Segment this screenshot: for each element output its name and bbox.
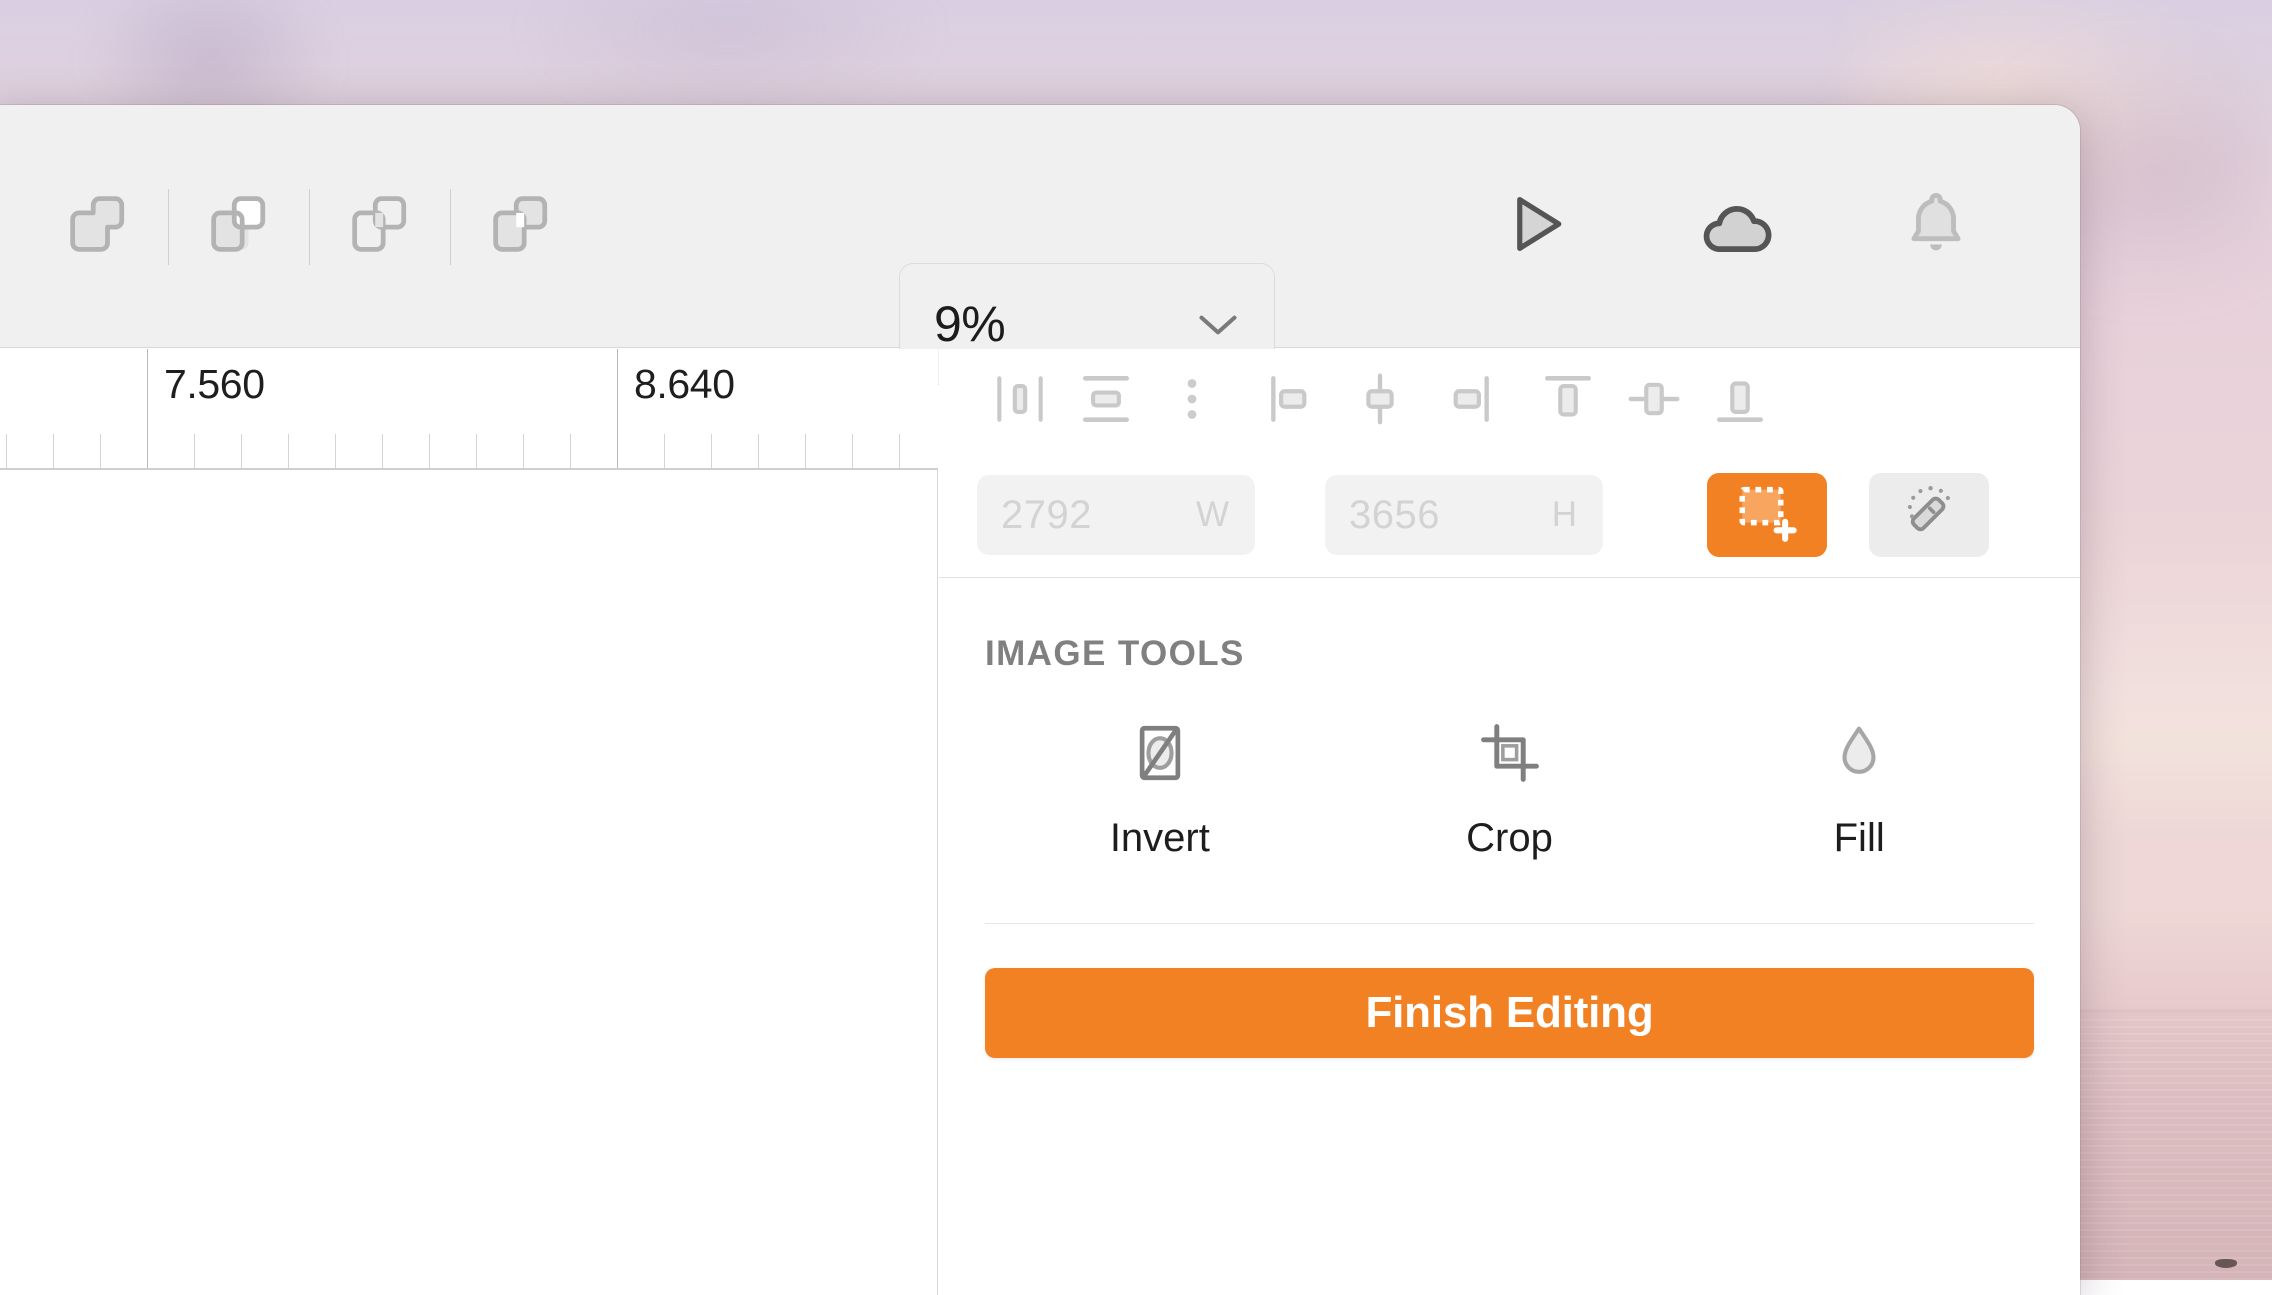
- width-unit-label: W: [1196, 495, 1229, 535]
- toolbar-separator: [168, 189, 169, 265]
- ruler-minor-tick: [335, 434, 336, 468]
- image-tools-row: Invert Crop: [939, 674, 2080, 861]
- invert-icon: [1127, 710, 1193, 786]
- toolbar-separator: [450, 189, 451, 265]
- chevron-down-icon: [1196, 310, 1240, 345]
- boolean-tool-group: [46, 105, 573, 348]
- bell-icon: [1897, 185, 1975, 268]
- align-top-icon: [1537, 368, 1599, 435]
- ruler-major-tick: [617, 349, 618, 468]
- align-bottom-icon: [1709, 368, 1771, 435]
- align-right-icon: [1435, 368, 1497, 435]
- ruler-minor-tick: [899, 434, 900, 468]
- fill-tool-label: Fill: [1834, 816, 1885, 861]
- height-field[interactable]: 3656 H: [1325, 475, 1603, 555]
- ruler-minor-tick: [664, 434, 665, 468]
- arrange-section: 2792 W 3656 H: [939, 349, 2080, 577]
- ruler-label: 8.640: [634, 361, 735, 408]
- ruler-minor-tick: [241, 434, 242, 468]
- ruler-minor-tick: [194, 434, 195, 468]
- distribute-vertical-icon: [1075, 368, 1137, 435]
- boolean-intersect-icon: [342, 186, 418, 267]
- zoom-level-value: 9%: [934, 295, 1005, 353]
- ruler-minor-tick: [288, 434, 289, 468]
- width-field[interactable]: 2792 W: [977, 475, 1255, 555]
- magic-wand-button[interactable]: [1869, 473, 1989, 557]
- magic-wand-icon: [1898, 482, 1960, 549]
- ruler-major-tick: [147, 349, 148, 468]
- ruler-label: 7.560: [164, 361, 265, 408]
- align-horizontal-center-button[interactable]: [1337, 358, 1423, 444]
- marquee-add-icon: [1734, 480, 1800, 551]
- horizontal-ruler[interactable]: 7.560 8.640: [0, 349, 938, 470]
- ruler-minor-tick: [852, 434, 853, 468]
- panel-inset-divider: [985, 923, 2034, 924]
- distribute-horizontal-icon: [989, 368, 1051, 435]
- boolean-difference-icon: [483, 186, 559, 267]
- toolbar-right-actions: [1484, 105, 1988, 348]
- toolbar: 9%: [0, 105, 2080, 348]
- ruler-minor-tick: [382, 434, 383, 468]
- crop-tool-label: Crop: [1466, 816, 1553, 861]
- height-unit-label: H: [1552, 495, 1577, 535]
- boolean-union-icon: [60, 186, 136, 267]
- width-value: 2792: [1001, 493, 1092, 538]
- toolbar-separator: [309, 189, 310, 265]
- ruler-minor-tick: [805, 434, 806, 468]
- size-controls-row: 2792 W 3656 H: [939, 453, 2080, 577]
- ruler-minor-tick: [429, 434, 430, 468]
- notifications-button[interactable]: [1884, 175, 1988, 279]
- more-align-options-button[interactable]: [1149, 358, 1235, 444]
- align-top-button[interactable]: [1525, 358, 1611, 444]
- inspector-panel: 2792 W 3656 H: [939, 349, 2080, 1295]
- ruler-minor-tick: [523, 434, 524, 468]
- ruler-minor-tick: [53, 434, 54, 468]
- height-value: 3656: [1349, 493, 1440, 538]
- app-window: 9%: [0, 105, 2080, 1295]
- more-vertical-icon: [1172, 368, 1212, 435]
- distribute-vertical-spacing-button[interactable]: [1063, 358, 1149, 444]
- align-left-icon: [1263, 368, 1325, 435]
- align-bottom-button[interactable]: [1697, 358, 1783, 444]
- finish-editing-label: Finish Editing: [1365, 988, 1653, 1038]
- difference-button[interactable]: [469, 172, 573, 282]
- cloud-blotch: [520, 0, 940, 120]
- finish-editing-button[interactable]: Finish Editing: [985, 968, 2034, 1058]
- cloud-icon: [1693, 181, 1779, 272]
- align-vertical-center-button[interactable]: [1611, 358, 1697, 444]
- invert-tool[interactable]: Invert: [985, 710, 1335, 861]
- shoreline-rock: [2215, 1259, 2237, 1268]
- subtract-button[interactable]: [187, 172, 291, 282]
- ruler-minor-tick: [711, 434, 712, 468]
- ruler-minor-tick: [6, 434, 7, 468]
- ruler-minor-tick: [100, 434, 101, 468]
- play-icon: [1497, 185, 1575, 268]
- cloud-sync-button[interactable]: [1684, 175, 1788, 279]
- invert-tool-label: Invert: [1110, 816, 1210, 861]
- present-button[interactable]: [1484, 175, 1588, 279]
- align-center-vertical-icon: [1623, 368, 1685, 435]
- align-right-button[interactable]: [1423, 358, 1509, 444]
- union-button[interactable]: [46, 172, 150, 282]
- align-center-horizontal-icon: [1349, 368, 1411, 435]
- image-tools-title: IMAGE TOOLS: [939, 578, 2080, 674]
- crop-icon: [1477, 710, 1543, 786]
- document-canvas[interactable]: [0, 470, 938, 1295]
- intersect-button[interactable]: [328, 172, 432, 282]
- image-tools-section: IMAGE TOOLS Invert: [939, 578, 2080, 1058]
- align-left-button[interactable]: [1251, 358, 1337, 444]
- boolean-subtract-icon: [201, 186, 277, 267]
- ruler-minor-tick: [476, 434, 477, 468]
- fill-tool[interactable]: Fill: [1684, 710, 2034, 861]
- droplet-icon: [1828, 710, 1890, 786]
- crop-tool[interactable]: Crop: [1335, 710, 1685, 861]
- ruler-minor-tick: [570, 434, 571, 468]
- distribute-horizontal-spacing-button[interactable]: [977, 358, 1063, 444]
- add-selection-button[interactable]: [1707, 473, 1827, 557]
- ruler-minor-tick: [758, 434, 759, 468]
- alignment-toolbar: [939, 349, 2080, 453]
